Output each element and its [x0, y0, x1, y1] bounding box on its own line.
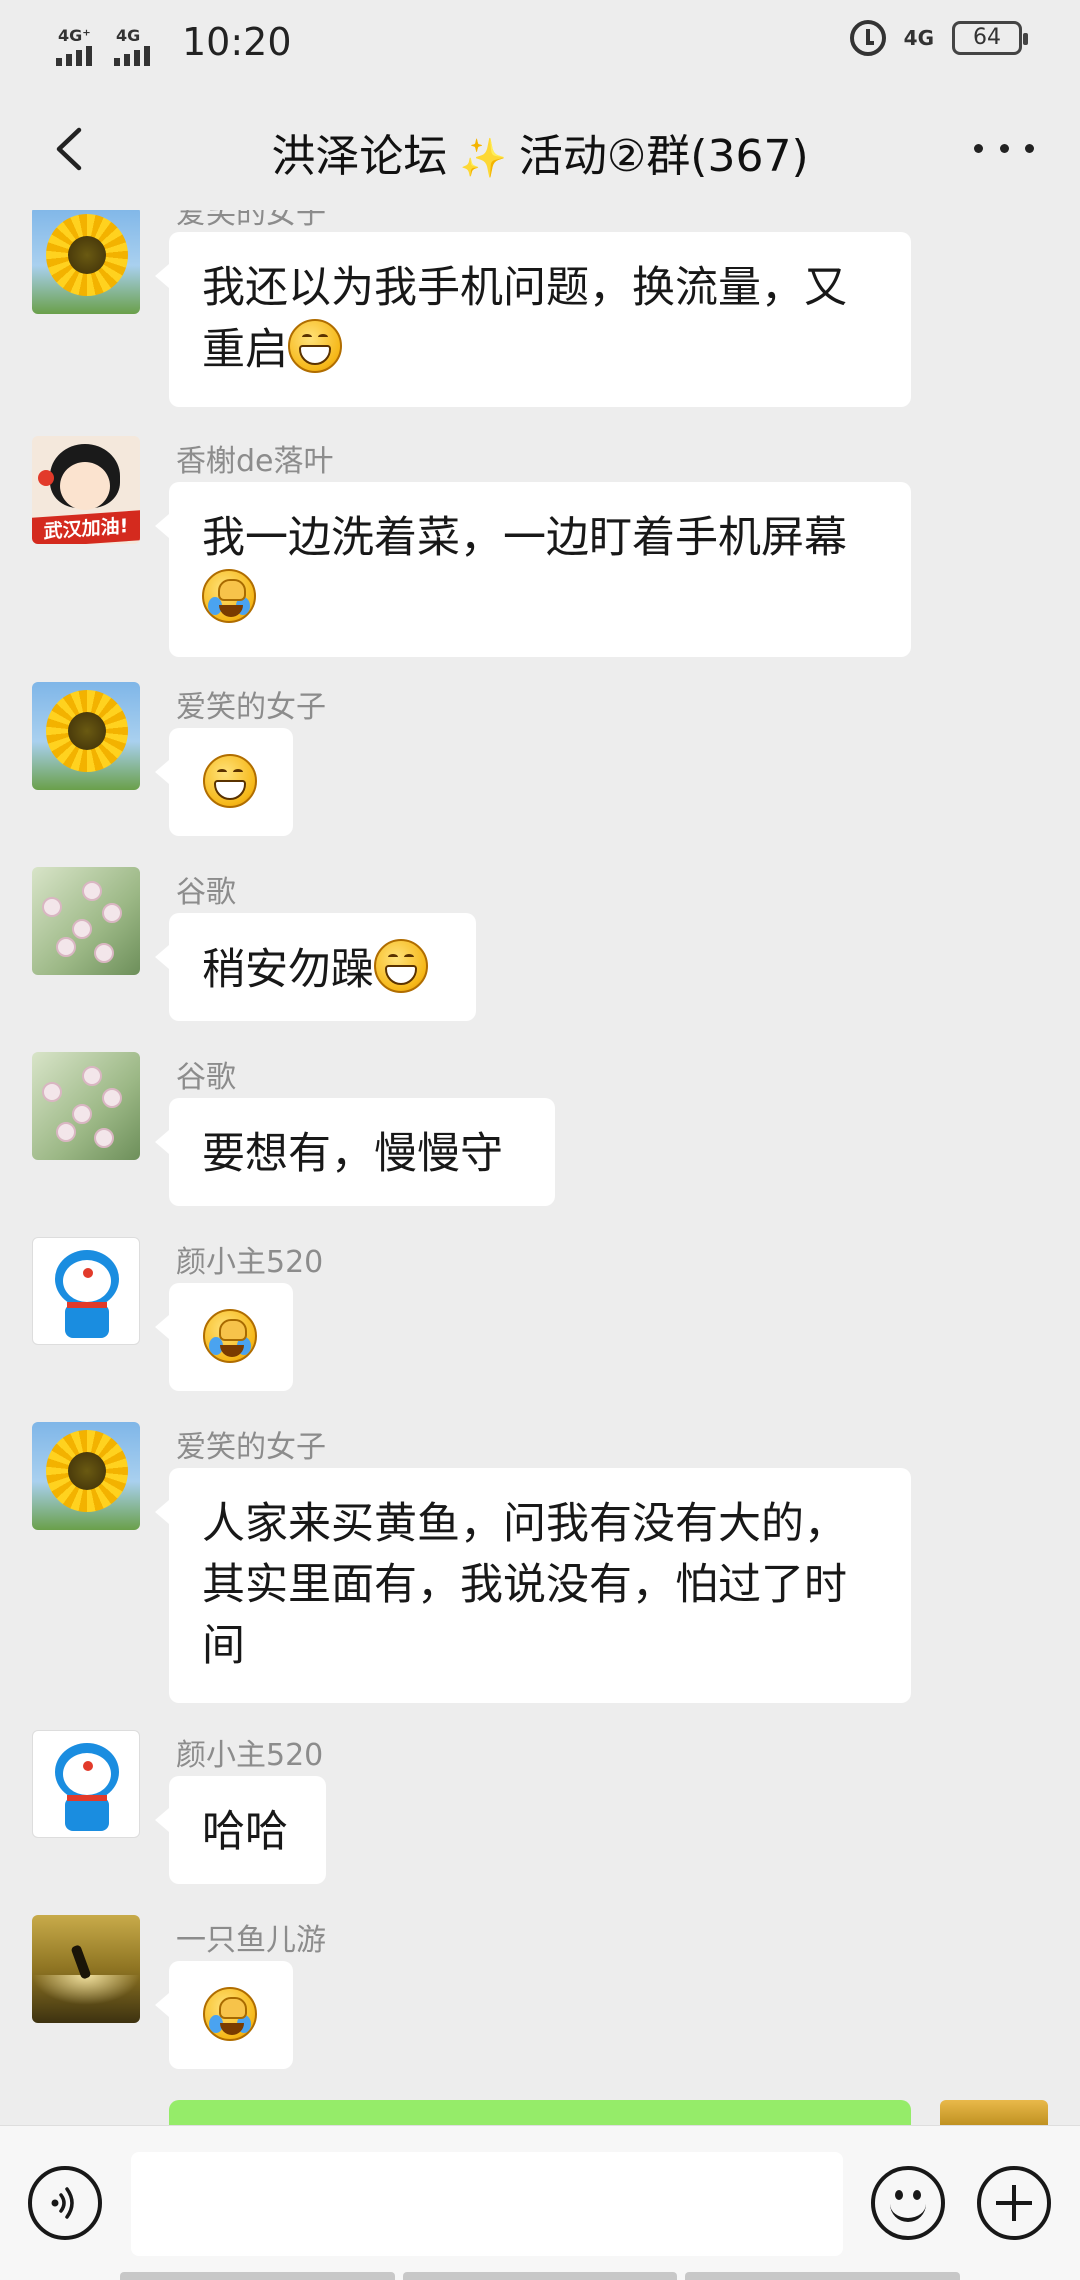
avatar[interactable] — [32, 1237, 140, 1345]
message-bubble[interactable]: 稍安勿躁 — [155, 913, 476, 1021]
grin-emoji-icon — [203, 754, 257, 808]
signal-icon: 4G⁺ — [56, 26, 106, 66]
facepalm-emoji-icon — [202, 569, 256, 623]
shooting-star-icon: ✨ — [447, 136, 519, 180]
message-bubble[interactable]: 要想有，慢慢守 — [155, 1098, 555, 1206]
message-bubble[interactable]: 我还以为我手机问题，换流量，又重启 — [155, 232, 911, 407]
battery-icon: 64 — [952, 21, 1028, 55]
grin-emoji-icon — [288, 319, 342, 373]
voice-icon[interactable] — [28, 2166, 102, 2240]
avatar[interactable] — [32, 1730, 140, 1838]
message-bubble[interactable]: 人家来买黄鱼，问我有没有大的，其实里面有，我说没有，怕过了时间 — [155, 1468, 911, 1703]
network-indicator: 4G — [903, 26, 934, 50]
emoji-icon[interactable] — [871, 2166, 945, 2240]
sender-name: 颜小主520 — [176, 1738, 324, 1773]
status-bar: 4G⁺ 4G 10:20 4G 64 — [0, 0, 1080, 88]
sender-name: 谷歌 — [176, 1060, 236, 1095]
more-dots-icon[interactable] — [974, 128, 1034, 168]
avatar[interactable] — [32, 682, 140, 790]
nav-indicator — [120, 2272, 961, 2280]
page-title: 洪泽论坛 ✨ 活动②群(367) — [271, 131, 809, 182]
sender-name: 颜小主520 — [176, 1245, 324, 1280]
alarm-icon — [849, 20, 886, 56]
grin-emoji-icon — [374, 939, 428, 993]
chevron-left-icon[interactable] — [42, 123, 94, 175]
message-bubble[interactable]: 我一边洗着菜，一边盯着手机屏幕 — [155, 482, 911, 657]
avatar[interactable] — [32, 1915, 140, 2023]
message-bubble[interactable]: 哈哈 — [155, 1776, 326, 1884]
sender-name: 香榭de落叶 — [176, 444, 334, 479]
sender-name: 一只鱼儿游 — [176, 1923, 326, 1958]
avatar[interactable] — [32, 1422, 140, 1530]
facepalm-emoji-icon — [203, 1309, 257, 1363]
sender-name: 爱笑的女子 — [176, 690, 326, 725]
message-bubble[interactable] — [155, 1961, 293, 2069]
message-bubble[interactable] — [155, 1283, 293, 1391]
avatar[interactable] — [32, 867, 140, 975]
signal-icon: 4G — [114, 26, 164, 66]
chat-header: 洪泽论坛 ✨ 活动②群(367) — [0, 88, 1080, 210]
plus-icon[interactable] — [977, 2166, 1051, 2240]
input-bar — [0, 2125, 1080, 2280]
avatar[interactable]: 武汉加油! — [32, 436, 140, 544]
status-time: 10:20 — [182, 20, 292, 64]
sender-name: 谷歌 — [176, 875, 236, 910]
facepalm-emoji-icon — [203, 1987, 257, 2041]
avatar[interactable] — [32, 1052, 140, 1160]
message-list: 爱笑的女子 我还以为我手机问题，换流量，又重启 武汉加油! 香榭de落叶 我一边… — [0, 210, 1080, 2125]
message-bubble[interactable] — [155, 728, 293, 836]
avatar[interactable] — [32, 210, 140, 314]
message-input[interactable] — [131, 2152, 843, 2256]
sender-name: 爱笑的女子 — [176, 210, 326, 231]
sender-name: 爱笑的女子 — [176, 1430, 326, 1465]
